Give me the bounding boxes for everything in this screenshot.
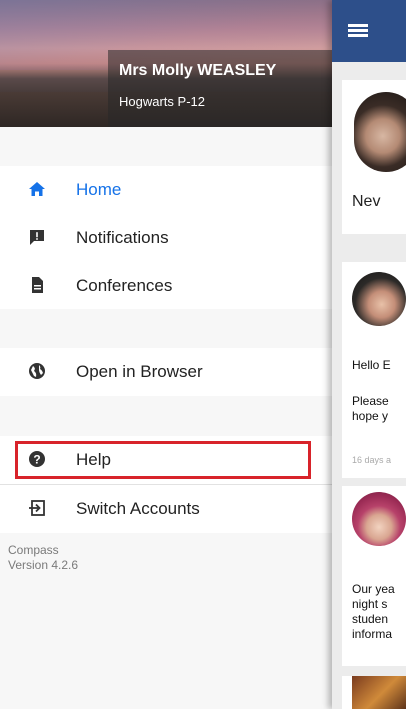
menu-label-home: Home — [76, 180, 122, 199]
menu-group-browser: Open in Browser — [0, 348, 332, 396]
feed-image — [352, 676, 406, 709]
menu-item-home[interactable]: Home — [0, 166, 332, 214]
app-version: Version 4.2.6 — [8, 558, 79, 572]
menu-group-main: Home Notifications Conferences — [0, 166, 332, 309]
card-text: informa — [352, 627, 393, 641]
menu-label-conferences: Conferences — [76, 276, 173, 295]
feed-card[interactable] — [342, 676, 406, 709]
top-bar — [332, 0, 406, 62]
notification-icon — [30, 230, 44, 245]
menu-item-conferences[interactable]: Conferences — [0, 262, 332, 310]
home-icon — [29, 182, 45, 196]
menu-item-notifications[interactable]: Notifications — [0, 214, 332, 262]
globe-icon — [29, 363, 45, 379]
card-text: Hello E — [352, 358, 391, 372]
help-highlight-box — [15, 441, 311, 479]
school-name: Hogwarts P-12 — [119, 94, 205, 109]
feed-card[interactable]: Hello E Please hope y 16 days a — [342, 262, 406, 478]
avatar — [352, 492, 406, 546]
app-name: Compass — [8, 543, 59, 557]
card-text: Our yea — [352, 582, 395, 596]
avatar — [352, 272, 406, 326]
document-icon — [32, 277, 43, 293]
card-text: hope y — [352, 409, 389, 423]
profile-header: Mrs Molly WEASLEY Hogwarts P-12 — [0, 0, 332, 127]
user-name: Mrs Molly WEASLEY — [119, 62, 277, 79]
profile-card[interactable]: Nev — [342, 80, 406, 234]
navigation-drawer: Mrs Molly WEASLEY Hogwarts P-12 Home Not… — [0, 0, 332, 709]
menu-label-notifications: Notifications — [76, 228, 169, 247]
menu-item-switch-accounts[interactable]: Switch Accounts — [0, 485, 332, 533]
menu-icon[interactable] — [348, 24, 368, 38]
switch-account-icon — [29, 500, 45, 516]
app-version-info: Compass Version 4.2.6 — [8, 543, 78, 573]
main-content-panel[interactable]: Nev Hello E Please hope y 16 days a Our … — [332, 0, 406, 709]
timestamp: 16 days a — [352, 455, 392, 465]
card-name: Nev — [352, 193, 381, 210]
feed-card[interactable]: Our yea night s studen informa — [342, 486, 406, 666]
card-text: Please — [352, 394, 389, 408]
avatar — [354, 92, 406, 172]
menu-item-open-in-browser[interactable]: Open in Browser — [0, 348, 332, 396]
menu-label-open-in-browser: Open in Browser — [76, 362, 203, 381]
menu-label-switch-accounts: Switch Accounts — [76, 499, 200, 518]
card-text: studen — [352, 612, 389, 626]
card-text: night s — [352, 597, 388, 611]
